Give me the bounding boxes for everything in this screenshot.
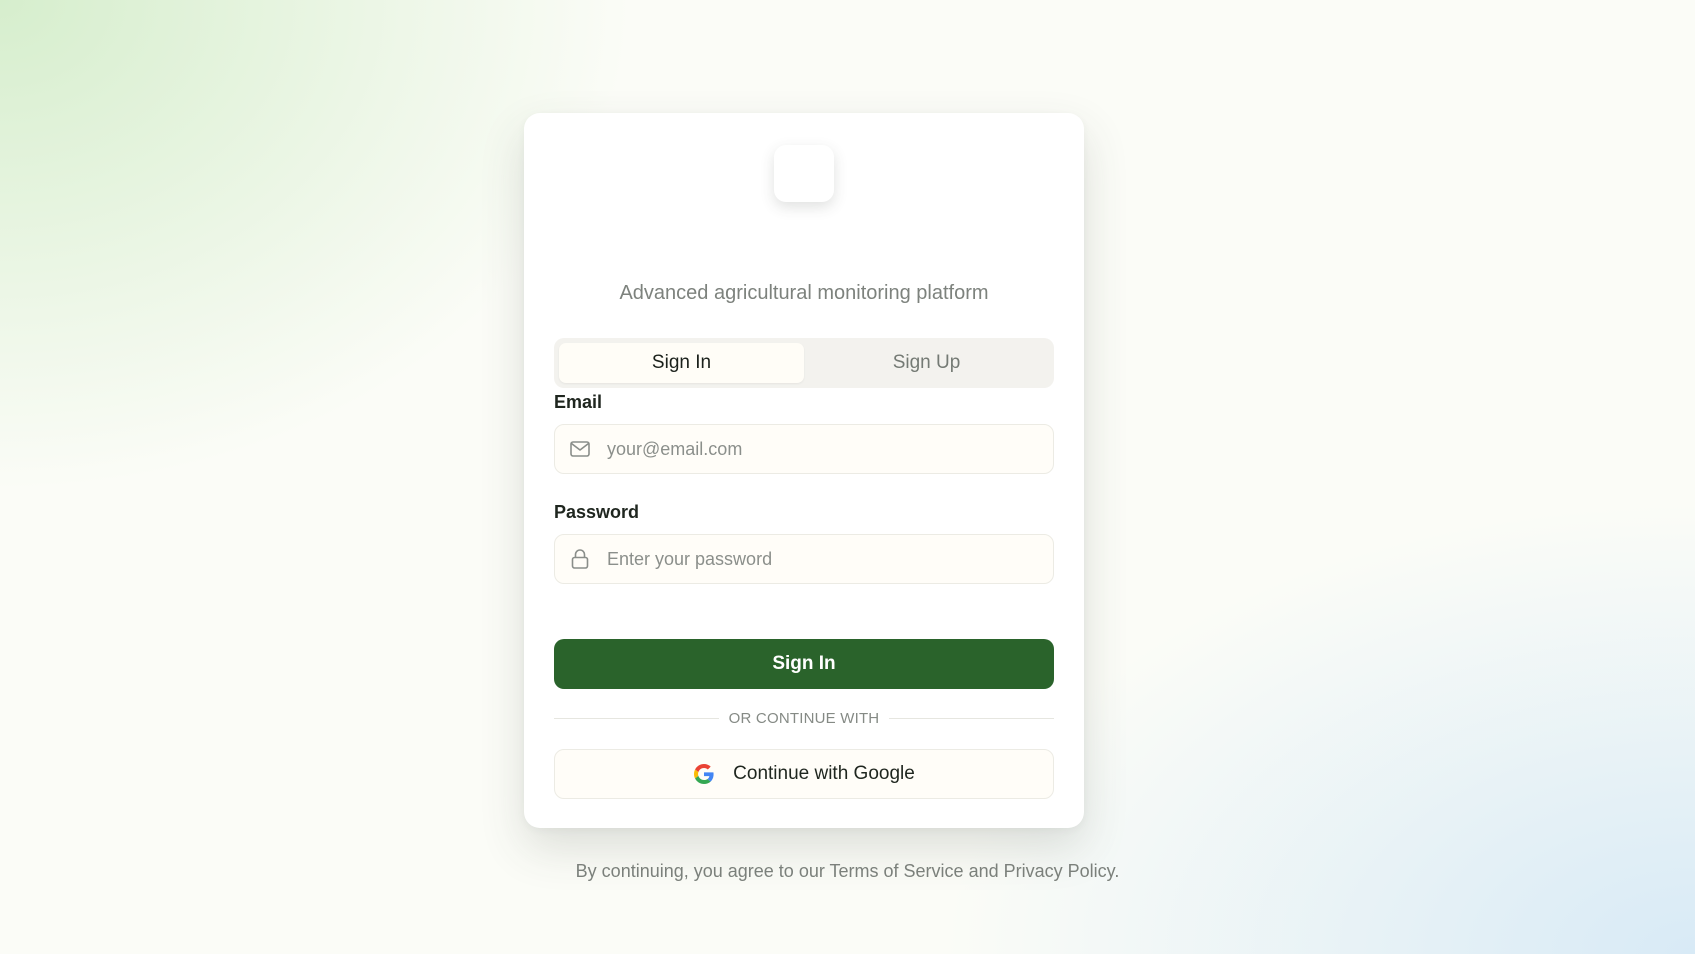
- tab-sign-in[interactable]: Sign In: [559, 343, 804, 383]
- mail-icon: [569, 438, 591, 460]
- password-label: Password: [554, 502, 640, 522]
- google-icon: [693, 763, 715, 785]
- divider-line-left: [554, 718, 719, 719]
- legal-footer: By continuing, you agree to our Terms of…: [0, 861, 1695, 882]
- divider-text: OR CONTINUE WITH: [728, 710, 880, 727]
- password-input[interactable]: [605, 547, 1029, 571]
- tab-sign-up[interactable]: Sign Up: [804, 343, 1049, 383]
- app-subtitle: Advanced agricultural monitoring platfor…: [619, 282, 989, 304]
- auth-card: Advanced agricultural monitoring platfor…: [524, 113, 1084, 828]
- email-label: Email: [554, 392, 603, 412]
- lock-icon: [569, 548, 591, 570]
- footer-prefix: By continuing, you agree to our: [575, 861, 830, 881]
- google-button-label: Continue with Google: [733, 763, 915, 784]
- sign-in-button[interactable]: Sign In: [554, 639, 1054, 689]
- footer-middle: and: [963, 861, 1004, 881]
- app-logo: [774, 145, 834, 202]
- google-signin-button[interactable]: Continue with Google: [554, 749, 1054, 799]
- divider-line-right: [889, 718, 1055, 719]
- privacy-link[interactable]: Privacy Policy: [1004, 861, 1115, 881]
- auth-tabs: Sign In Sign Up: [554, 338, 1054, 388]
- email-field-container[interactable]: [554, 424, 1054, 474]
- email-input[interactable]: [605, 437, 1029, 461]
- footer-suffix: .: [1114, 861, 1120, 881]
- or-divider: OR CONTINUE WITH: [554, 710, 1055, 727]
- terms-link[interactable]: Terms of Service: [830, 861, 964, 881]
- password-field-container[interactable]: [554, 534, 1054, 584]
